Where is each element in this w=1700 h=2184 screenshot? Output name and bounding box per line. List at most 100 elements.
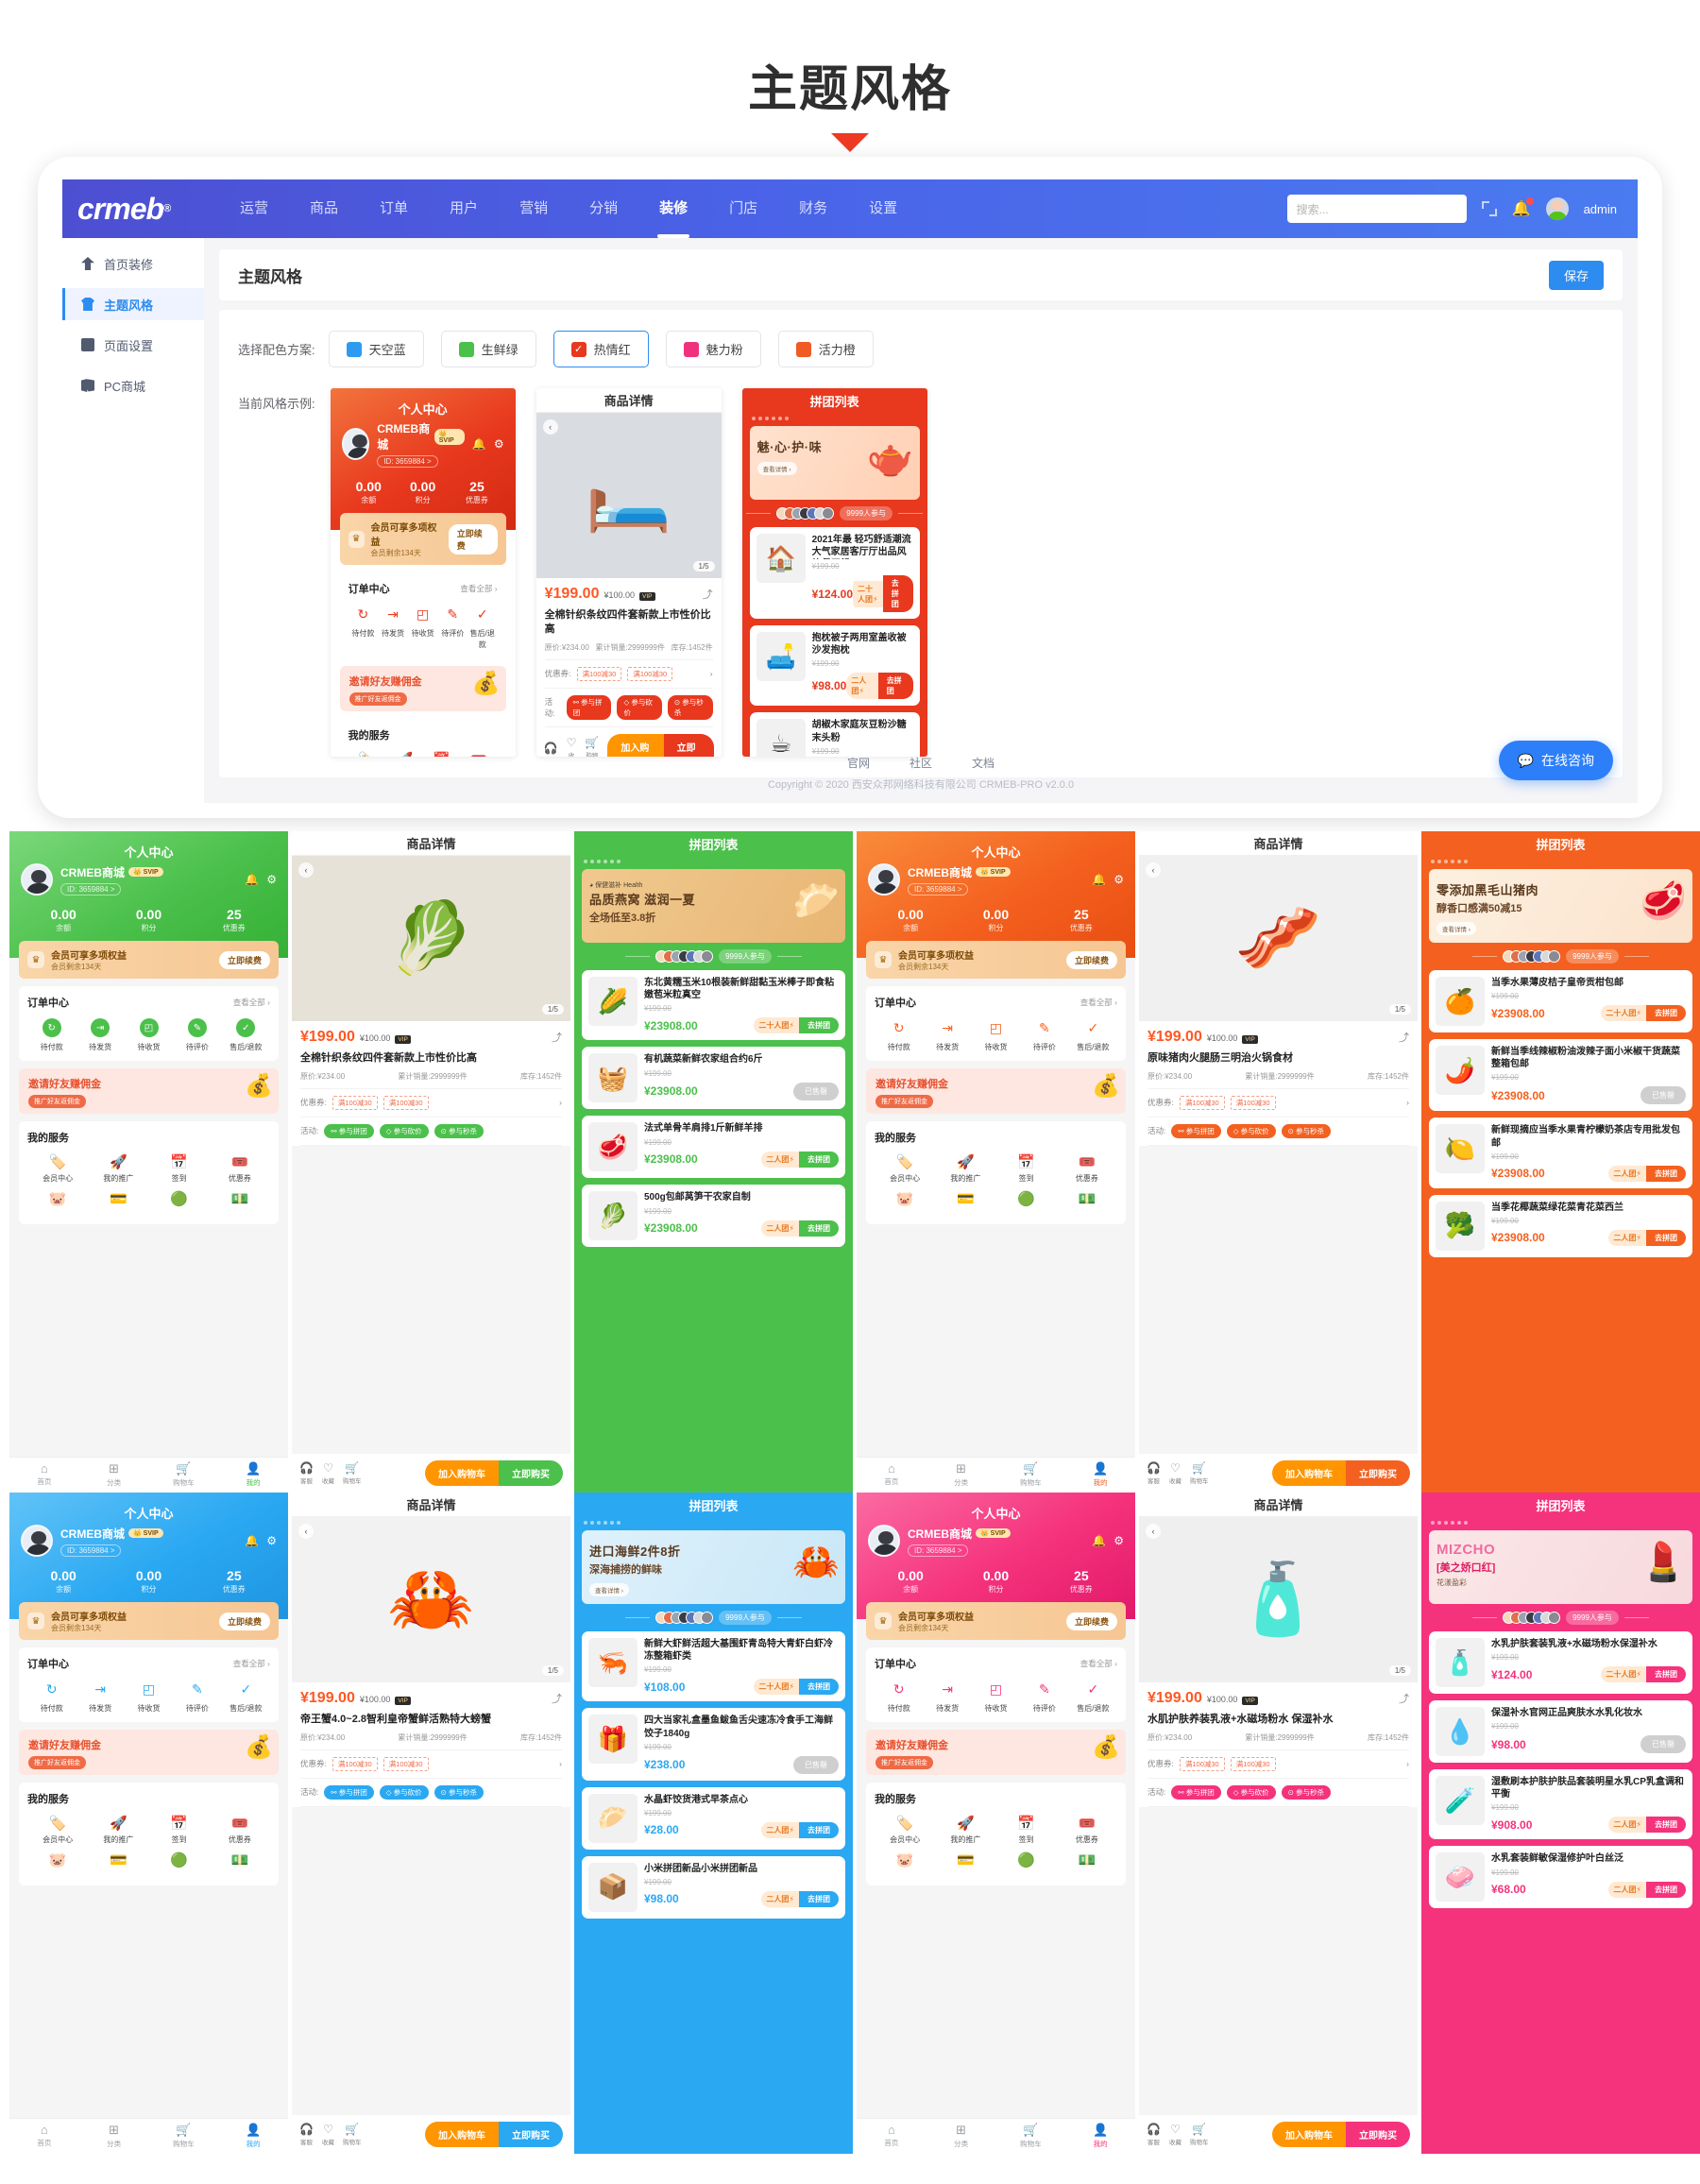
- action-购物车[interactable]: 🛒 购物车: [1190, 2123, 1209, 2147]
- footer-link-文档[interactable]: 文档: [972, 755, 994, 771]
- renew-button[interactable]: 立即续费: [1065, 950, 1117, 969]
- carousel-dot[interactable]: [1457, 1521, 1461, 1525]
- service-优惠券[interactable]: 🎟️ 优惠券: [210, 1153, 270, 1184]
- service-extra[interactable]: 🟢: [996, 1190, 1057, 1209]
- invite-banner[interactable]: 邀请好友赚佣金 推广好友返佣金 💰: [19, 1068, 279, 1114]
- add-to-cart-button[interactable]: 加入购物车: [425, 1460, 499, 1486]
- service-extra[interactable]: 💵: [1057, 1851, 1117, 1870]
- coupon-row[interactable]: 优惠券: 满100减30 满100减30 ›: [544, 660, 713, 689]
- carousel-dot[interactable]: [1431, 1521, 1435, 1525]
- theme-mockup-orange-gl[interactable]: 拼团列表 零添加黑毛山猪肉 醇香口感满50减15 查看详情 › 🥩 9999人参…: [1421, 831, 1700, 1493]
- group-buy-item[interactable]: 🥦 当季花椰蔬菜绿花菜青花菜西兰 ¥199.00 ¥23908.00 二人团⚡ 去…: [1429, 1194, 1692, 1257]
- renew-button[interactable]: 立即续费: [218, 950, 270, 969]
- activity-参与拼团[interactable]: ⚯ 参与拼团: [324, 1784, 374, 1800]
- footer-link-官网[interactable]: 官网: [847, 755, 870, 771]
- bell-icon[interactable]: 🔔: [1512, 197, 1534, 218]
- join-group-button[interactable]: 二人团⚡ 去拼团: [761, 1151, 839, 1168]
- theme-mockup-blue-uc[interactable]: 个人中心 CRMEB商城 👑 SVIP ID: 3659884 > 🔔 ⚙ 0.…: [9, 1493, 288, 2154]
- carousel-dot[interactable]: [1444, 1521, 1448, 1525]
- theme-mockup-orange-uc[interactable]: 个人中心 CRMEB商城 👑 SVIP ID: 3659884 > 🔔 ⚙ 0.…: [857, 831, 1135, 1493]
- theme-mockup-green-gl[interactable]: 拼团列表 ◕ 保健滋补 Health 品质燕窝 滋润一夏 全场低至3.8折 🥟 …: [574, 831, 853, 1493]
- theme-mockup-blue-gl[interactable]: 拼团列表 进口海鲜2件8折 深海捕捞的鲜味 查看详情 › 🦀 9999人参与 🦐: [574, 1493, 853, 2154]
- service-extra[interactable]: 💳: [88, 1851, 148, 1870]
- user-id[interactable]: ID: 3659884 >: [60, 882, 122, 896]
- buy-now-button[interactable]: 立即购买: [1346, 1460, 1410, 1486]
- save-button[interactable]: 保存: [1548, 260, 1604, 290]
- action-收藏[interactable]: ♡ 收藏: [322, 2123, 334, 2147]
- gear-icon[interactable]: ⚙: [1114, 1534, 1124, 1547]
- gear-icon[interactable]: ⚙: [266, 873, 277, 886]
- bell-icon[interactable]: 🔔: [1092, 873, 1106, 886]
- order-status-待付款[interactable]: ↻ 待付款: [875, 1680, 923, 1714]
- invite-banner[interactable]: 邀请好友赚佣金 推广好友返佣金 💰: [19, 1730, 279, 1775]
- coupon-row[interactable]: 优惠券: 满100减30 满100减30 ›: [300, 1750, 562, 1779]
- color-option-生鲜绿[interactable]: 生鲜绿: [440, 331, 536, 367]
- tab-我的[interactable]: 👤 我的: [1065, 2119, 1135, 2154]
- activity-参与秒杀[interactable]: ⊙ 参与秒杀: [1281, 1123, 1331, 1138]
- activity-参与拼团[interactable]: ⚯ 参与拼团: [324, 1123, 374, 1138]
- activity-参与砍价[interactable]: ◇ 参与砍价: [379, 1784, 429, 1800]
- tab-分类[interactable]: ⊞ 分类: [79, 2119, 149, 2154]
- service-extra[interactable]: 🐷: [875, 1190, 935, 1209]
- tab-购物车[interactable]: 🛒 购物车: [996, 2119, 1066, 2154]
- fullscreen-icon[interactable]: [1481, 201, 1497, 216]
- renew-button[interactable]: 立即续费: [218, 1612, 270, 1630]
- tab-首页[interactable]: ⌂ 首页: [857, 1458, 926, 1493]
- tab-首页[interactable]: ⌂ 首页: [9, 2119, 79, 2154]
- view-all-link[interactable]: 查看全部 ›: [233, 1658, 270, 1669]
- bell-icon[interactable]: 🔔: [1092, 1534, 1106, 1547]
- service-我的推广[interactable]: 🚀 我的推广: [88, 1815, 148, 1845]
- sidebar-item-首页装修[interactable]: 首页装修: [62, 247, 204, 280]
- carousel-dot[interactable]: [757, 417, 762, 420]
- order-status-待评价[interactable]: ✎ 待评价: [437, 605, 468, 650]
- user-id[interactable]: ID: 3659884 >: [908, 1544, 969, 1557]
- action-购物车[interactable]: 🛒 购物车: [343, 1461, 362, 1486]
- order-status-待付款[interactable]: ↻ 待付款: [27, 1680, 76, 1714]
- action-客服[interactable]: 🎧 客服: [1147, 2123, 1161, 2147]
- activity-参与拼团[interactable]: ⚯ 参与拼团: [1171, 1784, 1221, 1800]
- color-option-热情红[interactable]: ✓ 热情红: [552, 331, 649, 367]
- action-收藏[interactable]: ♡ 收藏: [1169, 2123, 1182, 2147]
- group-buy-item[interactable]: 🌶️ 新鲜当季线辣椒粉油泼辣子面小米椒干货蔬菜整箱包邮 ¥199.00 ¥239…: [1429, 1039, 1692, 1112]
- activity-参与砍价[interactable]: ◇ 参与砍价: [379, 1123, 429, 1138]
- nav-item-设置[interactable]: 设置: [869, 179, 897, 238]
- gear-icon[interactable]: ⚙: [1114, 873, 1124, 886]
- renew-button[interactable]: 立即续费: [1065, 1612, 1117, 1630]
- back-icon[interactable]: ‹: [1146, 1524, 1161, 1539]
- tab-我的[interactable]: 👤 我的: [1065, 1458, 1135, 1493]
- tab-购物车[interactable]: 🛒 购物车: [996, 1458, 1066, 1493]
- action-收藏[interactable]: ♡ 收藏: [322, 1461, 334, 1486]
- service-extra[interactable]: 🐷: [875, 1851, 935, 1870]
- service-优惠券[interactable]: 🎟️ 优惠券: [1057, 1153, 1117, 1184]
- join-group-button[interactable]: 二人团⚡ 去拼团: [761, 1220, 839, 1237]
- avatar[interactable]: [868, 863, 900, 896]
- group-buy-item[interactable]: 🍊 当季水果薄皮桔子皇帝贡柑包邮 ¥199.00 ¥23908.00 二十人团⚡…: [1429, 970, 1692, 1032]
- order-status-待收货[interactable]: ◰ 待收货: [408, 605, 438, 650]
- carousel-dot[interactable]: [1437, 860, 1441, 863]
- carousel-dot[interactable]: [590, 860, 594, 863]
- order-status-待付款[interactable]: ↻ 待付款: [27, 1018, 76, 1052]
- buy-now-button[interactable]: 立即购买: [499, 2122, 563, 2147]
- theme-mockup-pink-pd[interactable]: 商品详情 🧴 ‹ 1/5 ¥199.00 ¥100.00 VIP ⤴ 水肌护肤养…: [1139, 1493, 1418, 2154]
- nav-item-运营[interactable]: 运营: [240, 179, 268, 238]
- order-status-待评价[interactable]: ✎ 待评价: [1020, 1680, 1068, 1714]
- carousel-dot[interactable]: [610, 1521, 614, 1525]
- carousel-dot[interactable]: [1437, 1521, 1441, 1525]
- action-客服[interactable]: 🎧 客服: [299, 2123, 314, 2147]
- carousel-dot[interactable]: [1464, 1521, 1468, 1525]
- group-buy-item[interactable]: 🥩 法式单骨羊肩排1斤新鲜羊排 ¥199.00 ¥23908.00 二人团⚡ 去拼…: [582, 1116, 845, 1179]
- activity-参与拼团[interactable]: ⚯ 参与拼团: [566, 694, 612, 720]
- action-收藏[interactable]: ♡ 收藏: [1169, 1461, 1182, 1486]
- join-group-button[interactable]: 二人团⚡ 去拼团: [846, 673, 913, 700]
- group-buy-item[interactable]: 🥬 500g包邮莴笋干农家自制 ¥199.00 ¥23908.00 二人团⚡ 去拼…: [582, 1185, 845, 1248]
- tab-分类[interactable]: ⊞ 分类: [926, 1458, 996, 1493]
- tab-购物车[interactable]: 🛒 购物车: [149, 2119, 219, 2154]
- preview-product-detail[interactable]: 商品详情 🛏️ ‹ 1/5 ¥199.00 ¥100.00 VIP ⤴ 全棉针织…: [536, 388, 722, 757]
- bell-icon[interactable]: 🔔: [245, 873, 259, 886]
- carousel-dot[interactable]: [1451, 1521, 1454, 1525]
- color-option-魅力粉[interactable]: 魅力粉: [665, 331, 761, 367]
- theme-mockup-green-uc[interactable]: 个人中心 CRMEB商城 👑 SVIP ID: 3659884 > 🔔 ⚙ 0.…: [9, 831, 288, 1493]
- sidebar-item-页面设置[interactable]: 页面设置: [62, 329, 204, 361]
- service-签到[interactable]: 📅 签到: [149, 1153, 210, 1184]
- nav-item-订单[interactable]: 订单: [380, 179, 408, 238]
